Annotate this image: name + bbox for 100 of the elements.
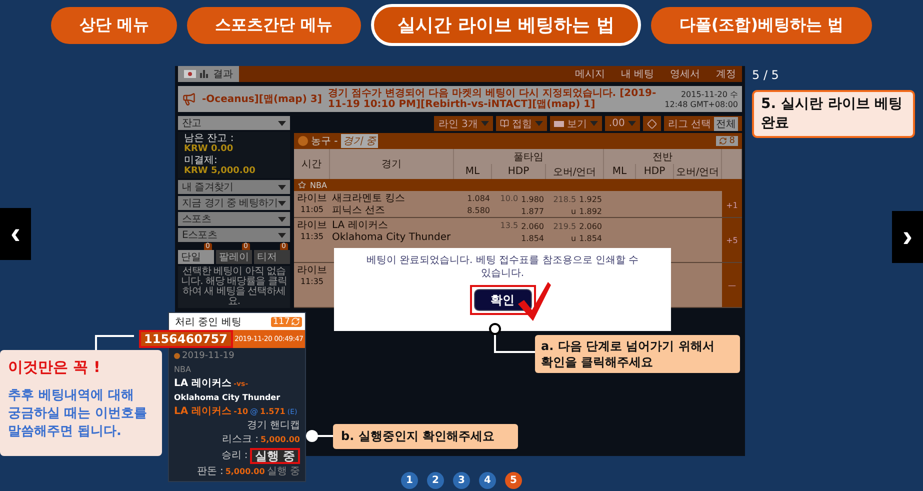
stake-amount: 5,000.00 (225, 466, 265, 478)
megaphone-icon (182, 92, 196, 106)
callout-note: b. 실행중인지 확인해주세요 (333, 424, 518, 449)
step-caption: 5. 실시란 라이브 베팅 완료 (752, 90, 915, 138)
odds-value[interactable]: 1.925 (579, 194, 602, 205)
odds-value[interactable]: 1.084 (467, 193, 490, 204)
handicap-line: -10 (234, 406, 248, 418)
live-status: 라이브 (297, 220, 327, 231)
odds-value[interactable]: 1.854 (579, 233, 602, 244)
dialog-message: 베팅이 완료되었습니다. 베팅 접수표를 참조용으로 인쇄할 수 있습니다. (365, 254, 640, 280)
team-name: LA 레이커스 (332, 220, 389, 231)
more-markets-button[interactable]: +5 (722, 218, 742, 262)
menu-tab[interactable]: 실시간 라이브 베팅하는 법 (370, 4, 642, 46)
bet-status: 실행 중 (252, 450, 298, 462)
flag-icon (184, 70, 196, 78)
view-icon (554, 120, 564, 126)
team-name: Oklahoma City Thunder (174, 392, 282, 404)
odds-value[interactable]: 2.060 (521, 221, 544, 232)
more-markets-button[interactable]: — (722, 263, 742, 307)
balance-dropdown[interactable]: 잔고 (178, 116, 290, 130)
pending-label: 미결제: (184, 155, 218, 166)
caret-icon (480, 121, 489, 126)
book-icon (500, 119, 509, 128)
caret-icon (278, 200, 286, 206)
page-dot[interactable]: 2 (427, 472, 444, 489)
header-link[interactable]: 메시지 (574, 67, 605, 81)
date-text: 2015-11-20 수 (680, 89, 738, 100)
bet-date: 2019-11-19 (182, 350, 234, 362)
dot-icon (174, 353, 180, 359)
league-select[interactable]: 리그 선택 전체 (664, 116, 742, 131)
header-link[interactable]: 영세서 (670, 67, 700, 81)
odds-value[interactable]: 1.877 (521, 206, 544, 217)
team-name: 새크라멘토 킹스 (332, 193, 406, 204)
note-text: 추후 베팅내역에 대해 궁금하실 때는 이번호를 말씀해주면 됩니다. (8, 387, 148, 441)
live-status: 라이브 (297, 193, 327, 204)
at-sign: @ (250, 406, 258, 418)
menu-tab[interactable]: 스포츠간단 메뉴 (186, 6, 361, 44)
time-text: 12:48 GMT+08:00 (664, 100, 738, 109)
odds-value[interactable]: 1.980 (521, 194, 544, 205)
column-header: 전반 (604, 149, 722, 164)
ticker-message: 경기 점수가 변경되어 다음 마켓의 베팅이 다시 지정되었습니다. [2019-11-19 10:10 PM][Rebirth-vs-iNTACT][맵(map) 1] (328, 88, 658, 110)
odds-value[interactable]: 1.854 (521, 233, 544, 244)
team-name: LA 레이커스 (174, 378, 232, 390)
leader-line (305, 429, 333, 443)
toolbar-dropdown[interactable]: 보기 (550, 116, 602, 131)
ticker-event: -Oceanus][맵(map) 3] (202, 93, 322, 106)
team-name: Oklahoma City Thunder (332, 232, 452, 243)
bet-id: 1156460757 (141, 332, 230, 346)
header-link[interactable]: 계정 (716, 67, 736, 81)
sidebar-dropdown[interactable]: 내 즐겨찾기 (178, 180, 290, 194)
count-tag[interactable]: 8 (716, 136, 738, 146)
bet-slip-tab[interactable]: 티저 (254, 250, 290, 264)
bet-slip-tab[interactable]: 팔레이 (216, 250, 252, 264)
note-title: 이것만은 꼭 ! (8, 358, 102, 377)
leader-line (94, 334, 134, 350)
next-button[interactable]: › (892, 211, 923, 263)
win-label: 승리 : (221, 450, 248, 462)
odds-value[interactable]: 8.580 (467, 205, 490, 216)
league-name: NBA (310, 180, 327, 190)
menu-tab[interactable]: 상단 메뉴 (51, 6, 177, 44)
sidebar-dropdown[interactable]: 스포츠 (178, 212, 290, 226)
odds-value[interactable]: 1.892 (579, 206, 602, 217)
balance-label: 남은 잔고 : (184, 133, 235, 144)
handicap-line: 13.5 (500, 221, 518, 232)
empty-slip-message: 선택한 베팅이 아직 없습니다. 해당 배당률을 클릭하여 새 베팅을 선택하세요. (178, 266, 290, 308)
more-markets-button[interactable]: +1 (722, 191, 742, 217)
toolbar-dropdown[interactable]: 접힘 (496, 116, 547, 131)
caret-icon (278, 216, 286, 222)
sidebar-dropdown[interactable]: E스포츠 (178, 228, 290, 242)
pending-value: KRW 5,000.00 (184, 166, 256, 177)
odds-value: 1.571 (260, 406, 286, 418)
caret-icon (278, 120, 286, 126)
bet-slip-title: 처리 중인 베팅 (175, 316, 242, 328)
league-name: NBA (174, 364, 192, 376)
star-icon (298, 181, 306, 189)
match-time: 11:35 (300, 231, 324, 242)
confirm-button[interactable]: 확인 (474, 289, 532, 311)
odds-value[interactable]: 2.060 (579, 221, 602, 232)
menu-tab[interactable]: 다폴(조합)베팅하는 법 (651, 6, 872, 44)
page-dot[interactable]: 5 (505, 472, 522, 489)
page-dot[interactable]: 3 (453, 472, 470, 489)
refresh-icon (719, 137, 728, 145)
toolbar-dropdown[interactable]: .00 (604, 116, 640, 131)
league-value: 전체 (714, 116, 738, 130)
count-badge: 117 (270, 316, 302, 326)
toolbar-button[interactable] (642, 116, 661, 131)
previous-button[interactable]: ‹ (0, 208, 31, 260)
risk-label: 리스크 : (222, 434, 259, 446)
under-label: u (571, 206, 576, 217)
bar-chart-icon (200, 70, 209, 78)
header-link[interactable]: 내 베팅 (620, 67, 654, 81)
total-line: 218.5 (553, 194, 576, 205)
picked-team: LA 레이커스 (174, 406, 232, 418)
toolbar-dropdown[interactable]: 라인 3개 (434, 116, 493, 131)
bet-slip-tab[interactable]: 단일 (178, 250, 214, 264)
page-dot[interactable]: 4 (479, 472, 496, 489)
sidebar-dropdown[interactable]: 지금 경기 중 베팅하기 (178, 196, 290, 210)
page-dot[interactable]: 1 (401, 472, 418, 489)
basketball-icon (298, 136, 308, 146)
live-label: 경기 중 (340, 134, 378, 148)
